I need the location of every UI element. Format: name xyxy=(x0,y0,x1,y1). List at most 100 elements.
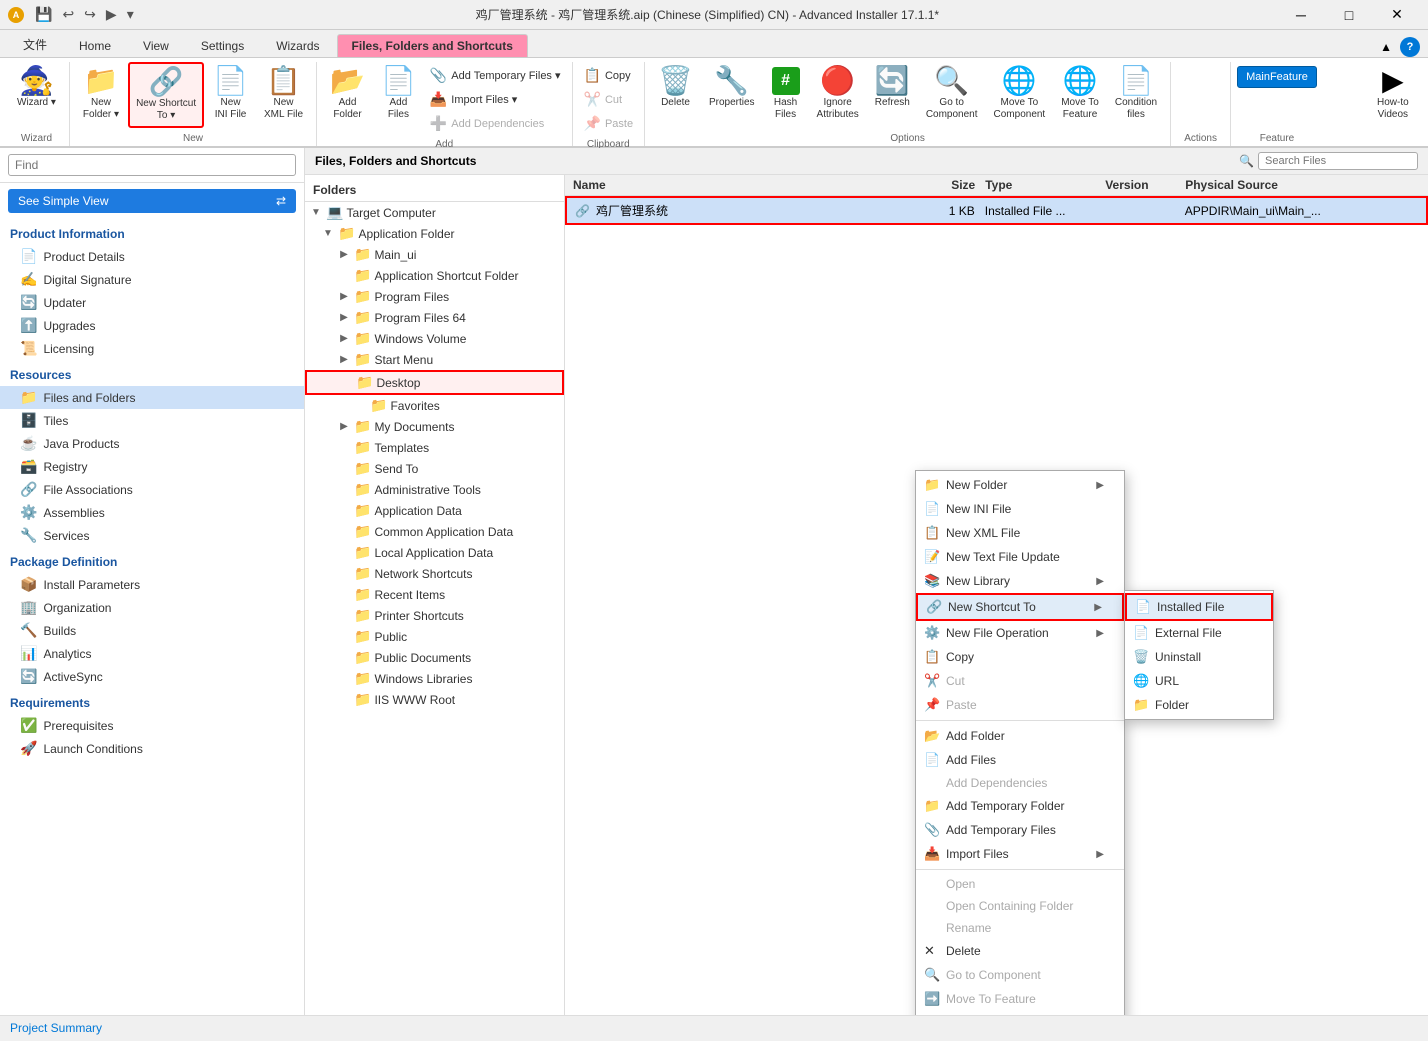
tab-view[interactable]: View xyxy=(128,34,184,57)
sidebar-item-tiles[interactable]: 🗄️ Tiles xyxy=(0,409,304,432)
new-shortcut-button[interactable]: 🔗 New ShortcutTo ▾ xyxy=(128,62,204,128)
add-files-button[interactable]: 📄 AddFiles xyxy=(374,62,423,126)
sub-item-uninstall[interactable]: 🗑️ Uninstall xyxy=(1125,645,1273,669)
sub-item-installed-file[interactable]: 📄 Installed File xyxy=(1125,593,1273,621)
ctx-move-to-feature[interactable]: ➡️ Move To Feature xyxy=(916,987,1124,1011)
ctx-rename[interactable]: Rename xyxy=(916,917,1124,939)
ctx-new-xml[interactable]: 📋 New XML File xyxy=(916,521,1124,545)
refresh-button[interactable]: 🔄 Refresh xyxy=(868,62,917,114)
sidebar-search-input[interactable] xyxy=(8,154,296,176)
import-files-button[interactable]: 📥 Import Files ▾ xyxy=(425,88,566,111)
ctx-new-shortcut-to[interactable]: 🔗 New Shortcut To ▶ xyxy=(916,593,1124,621)
simple-view-button[interactable]: See Simple View ⇄ xyxy=(8,189,296,213)
hash-files-button[interactable]: # HashFiles xyxy=(764,62,808,126)
tree-item-application-folder[interactable]: ▼ 📁 Application Folder xyxy=(305,223,564,244)
ctx-new-file-op[interactable]: ⚙️ New File Operation ▶ xyxy=(916,621,1124,645)
ctx-add-deps[interactable]: Add Dependencies xyxy=(916,772,1124,794)
tree-item-public-docs[interactable]: 📁 Public Documents xyxy=(305,647,564,668)
sidebar-item-services[interactable]: 🔧 Services xyxy=(0,524,304,547)
sidebar-item-java[interactable]: ☕ Java Products xyxy=(0,432,304,455)
sidebar-item-analytics[interactable]: 📊 Analytics xyxy=(0,642,304,665)
close-button[interactable]: ✕ xyxy=(1374,0,1420,30)
move-to-feature-button[interactable]: 🌐 Move ToFeature xyxy=(1054,62,1106,126)
ctx-add-temp-files[interactable]: 📎 Add Temporary Files xyxy=(916,818,1124,842)
quick-access-undo[interactable]: ↩ xyxy=(59,6,77,23)
main-feature-button[interactable]: MainFeature xyxy=(1237,66,1317,88)
tree-item-printer-shortcuts[interactable]: 📁 Printer Shortcuts xyxy=(305,605,564,626)
toolbar-controls[interactable]: 💾 ↩ ↪ ▶ ▾ xyxy=(32,6,137,23)
sidebar-item-registry[interactable]: 🗃️ Registry xyxy=(0,455,304,478)
ctx-go-to-component[interactable]: 🔍 Go to Component xyxy=(916,963,1124,987)
ctx-new-library[interactable]: 📚 New Library ▶ xyxy=(916,569,1124,593)
sidebar-item-activesync[interactable]: 🔄 ActiveSync xyxy=(0,665,304,688)
minimize-button[interactable]: ─ xyxy=(1278,0,1324,30)
file-row-jichangguanli[interactable]: 🔗 鸡厂管理系统 1 KB Installed File ... APPDIR\… xyxy=(565,196,1428,225)
sidebar-item-launch-conditions[interactable]: 🚀 Launch Conditions xyxy=(0,737,304,760)
tab-home[interactable]: Home xyxy=(64,34,126,57)
paste-button[interactable]: 📌 Paste xyxy=(579,112,639,135)
tab-wizards[interactable]: Wizards xyxy=(261,34,334,57)
sidebar-item-licensing[interactable]: 📜 Licensing xyxy=(0,337,304,360)
tab-settings[interactable]: Settings xyxy=(186,34,259,57)
ctx-add-folder[interactable]: 📂 Add Folder xyxy=(916,724,1124,748)
maximize-button[interactable]: □ xyxy=(1326,0,1372,30)
new-xml-button[interactable]: 📋 NewXML File xyxy=(257,62,310,126)
new-folder-button[interactable]: 📁 NewFolder ▾ xyxy=(76,62,126,126)
tree-item-recent-items[interactable]: 📁 Recent Items xyxy=(305,584,564,605)
ctx-open[interactable]: Open xyxy=(916,873,1124,895)
tree-item-network-shortcuts[interactable]: 📁 Network Shortcuts xyxy=(305,563,564,584)
window-buttons[interactable]: ─ □ ✕ xyxy=(1278,0,1420,30)
new-ini-button[interactable]: 📄 NewINI File xyxy=(206,62,255,126)
sidebar-item-files-folders[interactable]: 📁 Files and Folders xyxy=(0,386,304,409)
properties-button[interactable]: 🔧 Properties xyxy=(702,62,762,114)
tree-item-public[interactable]: 📁 Public xyxy=(305,626,564,647)
quick-access-redo[interactable]: ↪ xyxy=(81,6,99,23)
go-to-component-button[interactable]: 🔍 Go toComponent xyxy=(919,62,985,126)
tree-item-windows-libraries[interactable]: 📁 Windows Libraries xyxy=(305,668,564,689)
ctx-new-text[interactable]: 📝 New Text File Update xyxy=(916,545,1124,569)
tab-files-folders[interactable]: Files, Folders and Shortcuts xyxy=(337,34,528,57)
ctx-add-files[interactable]: 📄 Add Files xyxy=(916,748,1124,772)
tree-item-target-computer[interactable]: ▼ 💻 Target Computer xyxy=(305,202,564,223)
tree-item-common-app-data[interactable]: 📁 Common Application Data xyxy=(305,521,564,542)
tree-item-program-files-64[interactable]: ▶ 📁 Program Files 64 xyxy=(305,307,564,328)
ctx-delete[interactable]: ✕ Delete xyxy=(916,939,1124,963)
project-summary-link[interactable]: Project Summary xyxy=(10,1021,102,1035)
sidebar-item-upgrades[interactable]: ⬆️ Upgrades xyxy=(0,314,304,337)
sidebar-item-updater[interactable]: 🔄 Updater xyxy=(0,291,304,314)
sub-item-folder[interactable]: 📁 Folder xyxy=(1125,693,1273,717)
sidebar-item-prerequisites[interactable]: ✅ Prerequisites xyxy=(0,714,304,737)
quick-access-save[interactable]: 💾 xyxy=(32,6,55,23)
delete-button[interactable]: 🗑️ Delete xyxy=(651,62,700,114)
tree-item-admin-tools[interactable]: 📁 Administrative Tools xyxy=(305,479,564,500)
ribbon-collapse-icon[interactable]: ▲ xyxy=(1380,40,1392,54)
tree-item-my-docs[interactable]: ▶ 📁 My Documents xyxy=(305,416,564,437)
sidebar-item-install-params[interactable]: 📦 Install Parameters xyxy=(0,573,304,596)
ctx-cut[interactable]: ✂️ Cut xyxy=(916,669,1124,693)
main-feature-selector[interactable]: MainFeature xyxy=(1237,62,1317,88)
content-search-input[interactable] xyxy=(1258,152,1418,170)
sidebar-item-assemblies[interactable]: ⚙️ Assemblies xyxy=(0,501,304,524)
tree-item-templates[interactable]: 📁 Templates xyxy=(305,437,564,458)
tree-item-start-menu[interactable]: ▶ 📁 Start Menu xyxy=(305,349,564,370)
help-button[interactable]: ? xyxy=(1400,37,1420,57)
add-dependencies-button[interactable]: ➕ Add Dependencies xyxy=(425,112,566,135)
sidebar-item-digital-signature[interactable]: ✍️ Digital Signature xyxy=(0,268,304,291)
cut-button[interactable]: ✂️ Cut xyxy=(579,88,639,111)
ctx-new-ini[interactable]: 📄 New INI File xyxy=(916,497,1124,521)
ctx-copy[interactable]: 📋 Copy xyxy=(916,645,1124,669)
move-to-component-button[interactable]: 🌐 Move ToComponent xyxy=(987,62,1053,126)
sub-item-external-file[interactable]: 📄 External File xyxy=(1125,621,1273,645)
ctx-test[interactable]: Test xyxy=(916,1011,1124,1015)
ignore-attributes-button[interactable]: 🔴 IgnoreAttributes xyxy=(810,62,866,126)
tree-item-iis-www-root[interactable]: 📁 IIS WWW Root xyxy=(305,689,564,710)
ctx-new-folder[interactable]: 📁 New Folder ▶ xyxy=(916,473,1124,497)
how-to-videos-button[interactable]: ▶ How-toVideos xyxy=(1370,62,1416,126)
sidebar-item-builds[interactable]: 🔨 Builds xyxy=(0,619,304,642)
add-folder-button[interactable]: 📂 AddFolder xyxy=(323,62,372,126)
tree-item-program-files[interactable]: ▶ 📁 Program Files xyxy=(305,286,564,307)
condition-files-button[interactable]: 📄 Conditionfiles xyxy=(1108,62,1164,126)
tree-item-send-to[interactable]: 📁 Send To xyxy=(305,458,564,479)
tree-item-local-app-data[interactable]: 📁 Local Application Data xyxy=(305,542,564,563)
sub-item-url[interactable]: 🌐 URL xyxy=(1125,669,1273,693)
